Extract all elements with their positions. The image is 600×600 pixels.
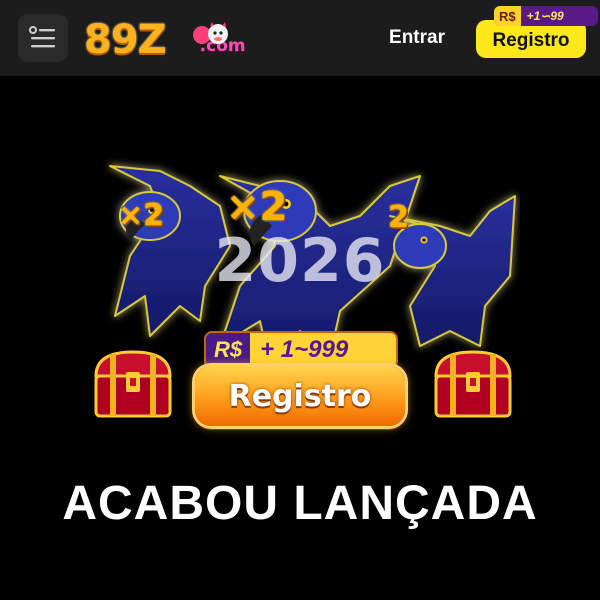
banner-headline: ACABOU LANÇADA	[62, 477, 538, 530]
treasure-chest-icon	[94, 350, 172, 418]
banner-register-button[interactable]: Registro	[195, 366, 405, 426]
bonus-currency: R$	[494, 6, 521, 26]
bonus-range: +1∽99	[526, 9, 564, 23]
logo-brand: 89Z	[84, 17, 167, 63]
multiplier-label: 2	[388, 200, 409, 235]
promo-banner[interactable]: 2026 ×2 ×2 2 R$ + 1~999 Registro ACABOU …	[0, 76, 600, 600]
menu-button[interactable]	[18, 14, 68, 62]
menu-icon	[29, 26, 55, 48]
register-bonus-badge: R$ +1∽99	[494, 6, 598, 26]
login-link[interactable]: Entrar	[380, 22, 454, 54]
mascot-icon	[193, 22, 228, 44]
year-label: 2026	[214, 226, 386, 296]
multiplier-label: ×2	[226, 184, 288, 230]
top-bar: 89Z .com Entrar Registro R$ +1∽99	[0, 0, 600, 76]
treasure-chest-icon	[434, 350, 512, 418]
promo-currency: R$	[206, 333, 251, 367]
promo-bonus-badge: R$ + 1~999	[206, 333, 396, 367]
promo-range: + 1~999	[260, 336, 349, 363]
multiplier-label: ×2	[118, 198, 165, 233]
